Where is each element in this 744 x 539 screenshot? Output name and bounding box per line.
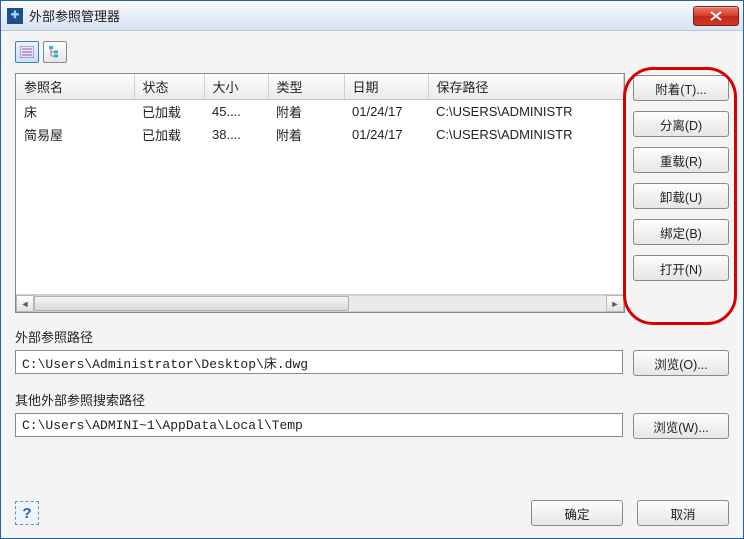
scroll-right-arrow[interactable]: ►: [606, 295, 624, 312]
help-button[interactable]: ?: [15, 501, 39, 525]
cell-type: 附着: [268, 123, 344, 146]
cell-status: 已加载: [134, 123, 204, 146]
side-buttons: 附着(T)... 分离(D) 重载(R) 卸载(U) 绑定(B) 打开(N): [633, 73, 729, 313]
bind-button[interactable]: 绑定(B): [633, 219, 729, 245]
window-title: 外部参照管理器: [29, 6, 693, 25]
col-size[interactable]: 大小: [204, 74, 268, 100]
xref-path-label: 外部参照路径: [15, 327, 729, 346]
cell-size: 45....: [204, 100, 268, 124]
close-icon: [710, 11, 722, 21]
col-type[interactable]: 类型: [268, 74, 344, 100]
cell-name: 简易屋: [16, 123, 134, 146]
xref-table: 参照名 状态 大小 类型 日期 保存路径 床已加载45....附着01/24/1…: [15, 73, 625, 313]
cell-date: 01/24/17: [344, 100, 428, 124]
col-path[interactable]: 保存路径: [428, 74, 624, 100]
view-toggle: [15, 41, 729, 63]
cell-size: 38....: [204, 123, 268, 146]
browse-search-button[interactable]: 浏览(W)...: [633, 413, 729, 439]
cell-path: C:\USERS\ADMINISTR: [428, 100, 624, 124]
unload-button[interactable]: 卸载(U): [633, 183, 729, 209]
col-date[interactable]: 日期: [344, 74, 428, 100]
horizontal-scrollbar[interactable]: ◄ ►: [16, 294, 624, 312]
table-row[interactable]: 床已加载45....附着01/24/17C:\USERS\ADMINISTR: [16, 100, 624, 124]
search-path-label: 其他外部参照搜索路径: [15, 390, 729, 409]
list-view-icon: [20, 46, 34, 58]
titlebar: ✚ 外部参照管理器: [1, 1, 743, 31]
scroll-track[interactable]: [34, 295, 606, 312]
detach-button[interactable]: 分离(D): [633, 111, 729, 137]
close-button[interactable]: [693, 6, 739, 26]
app-icon: ✚: [7, 8, 23, 24]
col-status[interactable]: 状态: [134, 74, 204, 100]
xref-path-input[interactable]: [15, 350, 623, 374]
table-header-row: 参照名 状态 大小 类型 日期 保存路径: [16, 74, 624, 100]
cell-path: C:\USERS\ADMINISTR: [428, 123, 624, 146]
cell-date: 01/24/17: [344, 123, 428, 146]
cell-type: 附着: [268, 100, 344, 124]
main-row: 参照名 状态 大小 类型 日期 保存路径 床已加载45....附着01/24/1…: [15, 73, 729, 313]
cancel-button[interactable]: 取消: [637, 500, 729, 526]
search-path-input[interactable]: [15, 413, 623, 437]
reload-button[interactable]: 重载(R): [633, 147, 729, 173]
ok-button[interactable]: 确定: [531, 500, 623, 526]
search-path-group: 其他外部参照搜索路径 浏览(W)...: [15, 390, 729, 439]
cell-status: 已加载: [134, 100, 204, 124]
cell-name: 床: [16, 100, 134, 124]
col-name[interactable]: 参照名: [16, 74, 134, 100]
list-view-toggle[interactable]: [15, 41, 39, 63]
scroll-left-arrow[interactable]: ◄: [16, 295, 34, 312]
tree-view-toggle[interactable]: [43, 41, 67, 63]
dialog-window: ✚ 外部参照管理器: [0, 0, 744, 539]
attach-button[interactable]: 附着(T)...: [633, 75, 729, 101]
table-row[interactable]: 简易屋已加载38....附着01/24/17C:\USERS\ADMINISTR: [16, 123, 624, 146]
tree-view-icon: [48, 46, 62, 58]
xref-path-group: 外部参照路径 浏览(O)...: [15, 327, 729, 376]
scroll-thumb[interactable]: [34, 296, 349, 311]
browse-path-button[interactable]: 浏览(O)...: [633, 350, 729, 376]
client-area: 参照名 状态 大小 类型 日期 保存路径 床已加载45....附着01/24/1…: [1, 31, 743, 538]
footer: ? 确定 取消: [15, 484, 729, 526]
open-button[interactable]: 打开(N): [633, 255, 729, 281]
table-scroll: 参照名 状态 大小 类型 日期 保存路径 床已加载45....附着01/24/1…: [16, 74, 624, 294]
